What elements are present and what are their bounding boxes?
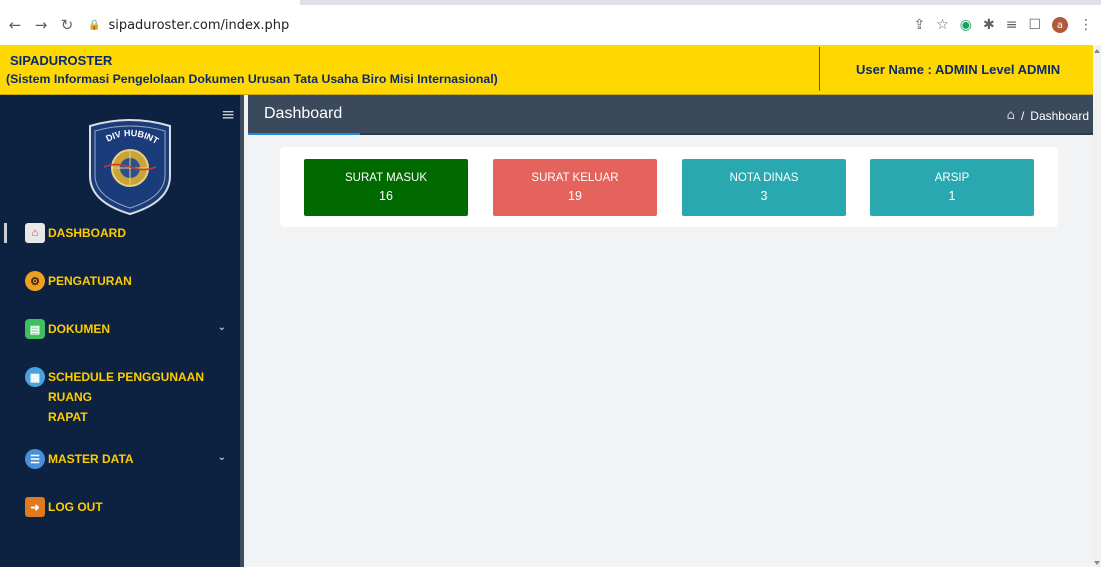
scroll-down-icon[interactable] <box>1094 561 1100 565</box>
sidebar-item-label: DOKUMEN <box>48 322 110 336</box>
bookmark-star-icon[interactable]: ☆ <box>936 17 949 33</box>
extension-eye-icon[interactable]: ◉ <box>960 17 972 33</box>
sidebar-item-label: DASHBOARD <box>48 226 126 240</box>
sidebar-item-schedule[interactable]: ▦ SCHEDULE PENGGUNAAN RUANG RAPAT <box>0 361 240 433</box>
reload-icon[interactable]: ↻ <box>56 16 78 34</box>
hamburger-menu-icon[interactable]: ≡ <box>221 105 235 125</box>
browser-toolbar: ← → ↻ 🔒 sipaduroster.com/index.php ⇪ ☆ ◉… <box>0 5 1101 45</box>
chevron-down-icon[interactable]: ⌄ <box>218 452 226 463</box>
home-icon[interactable]: ⌂ <box>1007 108 1015 123</box>
back-icon[interactable]: ← <box>4 16 26 34</box>
main-content: Dashboard ⌂ / Dashboard SURAT MASUK 16 S… <box>248 95 1093 567</box>
header-divider <box>819 47 820 91</box>
document-icon: ▤ <box>25 319 45 339</box>
tile-surat-keluar[interactable]: SURAT KELUAR 19 <box>493 159 657 216</box>
breadcrumb: ⌂ / Dashboard <box>1007 108 1089 123</box>
tile-count: 19 <box>568 189 582 203</box>
kebab-menu-icon[interactable]: ⋮ <box>1079 17 1093 33</box>
tile-label: SURAT KELUAR <box>531 172 619 184</box>
tile-label: NOTA DINAS <box>729 172 799 184</box>
home-icon: ⌂ <box>25 223 45 243</box>
sidebar-item-logout[interactable]: ➜ LOG OUT <box>0 491 240 523</box>
sidebar: ≡ DIV HUBINTER ⌂ DASHBOARD ⚙ PENGATURAN <box>0 95 244 567</box>
page-scrollbar[interactable] <box>1093 45 1101 567</box>
sidebar-item-label: LOG OUT <box>48 500 103 514</box>
settings-user-icon: ⚙ <box>25 271 45 291</box>
sidebar-menu: ⌂ DASHBOARD ⚙ PENGATURAN ▤ DOKUMEN ⌄ ▦ S… <box>0 217 240 523</box>
user-info[interactable]: User Name : ADMIN Level ADMIN <box>856 62 1060 77</box>
address-bar[interactable]: 🔒 sipaduroster.com/index.php <box>88 18 289 33</box>
sidebar-item-label: MASTER DATA <box>48 452 134 466</box>
topbar-accent <box>248 133 360 135</box>
tile-count: 16 <box>379 189 393 203</box>
tile-surat-masuk[interactable]: SURAT MASUK 16 <box>304 159 468 216</box>
div-hubinter-logo: DIV HUBINTER <box>86 118 171 216</box>
extensions-puzzle-icon[interactable]: ✱ <box>983 17 995 33</box>
logout-door-icon: ➜ <box>25 497 45 517</box>
tile-nota-dinas[interactable]: NOTA DINAS 3 <box>682 159 846 216</box>
share-icon[interactable]: ⇪ <box>913 17 925 33</box>
tile-label: ARSIP <box>934 172 970 184</box>
content-topbar: Dashboard ⌂ / Dashboard <box>248 95 1093 135</box>
reading-list-icon[interactable]: ≡ <box>1006 17 1018 33</box>
scroll-up-icon[interactable] <box>1094 49 1100 53</box>
summary-card: SURAT MASUK 16 SURAT KELUAR 19 NOTA DINA… <box>280 147 1058 227</box>
app-subtitle: (Sistem Informasi Pengelolaan Dokumen Ur… <box>6 72 498 86</box>
page-title: Dashboard <box>264 105 343 122</box>
app-title: SIPADUROSTER <box>10 53 113 68</box>
profile-avatar[interactable]: a <box>1052 17 1068 33</box>
sidebar-item-dokumen[interactable]: ▤ DOKUMEN ⌄ <box>0 313 240 345</box>
app-root: SIPADUROSTER (Sistem Informasi Pengelola… <box>0 45 1101 567</box>
sidebar-item-label: PENGATURAN <box>48 274 132 288</box>
database-icon: ☰ <box>25 449 45 469</box>
breadcrumb-separator: / <box>1020 108 1025 123</box>
tile-count: 1 <box>948 189 956 203</box>
breadcrumb-current: Dashboard <box>1030 108 1089 123</box>
sidebar-item-pengaturan[interactable]: ⚙ PENGATURAN <box>0 265 240 297</box>
chevron-down-icon[interactable]: ⌄ <box>218 322 226 333</box>
tile-label: SURAT MASUK <box>344 172 427 184</box>
url-text: sipaduroster.com/index.php <box>108 17 290 33</box>
forward-icon[interactable]: → <box>30 16 52 34</box>
app-header: SIPADUROSTER (Sistem Informasi Pengelola… <box>0 45 1093 95</box>
sidebar-item-label: SCHEDULE PENGGUNAAN RUANG RAPAT <box>48 370 205 424</box>
tile-count: 3 <box>760 189 768 203</box>
lock-icon: 🔒 <box>88 19 101 31</box>
side-panel-icon[interactable]: ☐ <box>1028 17 1041 33</box>
sidebar-item-master-data[interactable]: ☰ MASTER DATA ⌄ <box>0 443 240 475</box>
calendar-icon: ▦ <box>25 367 45 387</box>
tile-arsip[interactable]: ARSIP 1 <box>870 159 1034 216</box>
sidebar-item-dashboard[interactable]: ⌂ DASHBOARD <box>0 217 240 249</box>
